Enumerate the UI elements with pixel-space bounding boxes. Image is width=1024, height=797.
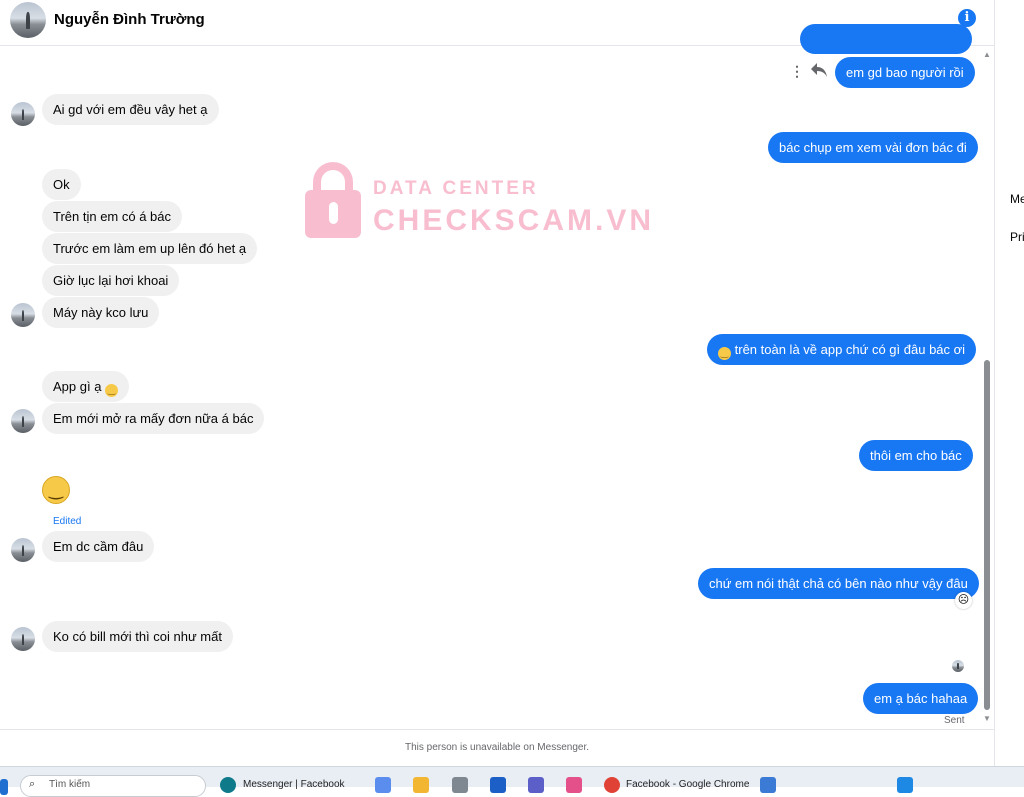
message-incoming[interactable]: Em dc cầm đâu [42,531,155,562]
message-incoming[interactable]: Ok [42,169,81,200]
lock-body [305,190,361,238]
contact-avatar-small [11,409,35,433]
app-icon[interactable] [452,777,468,793]
message-incoming[interactable]: Máy này kco lưu [42,297,160,328]
taskbar-app-label[interactable]: Facebook - Google Chrome [626,779,749,790]
message-incoming-with-emoji[interactable]: App gì ạ ‿ [42,371,130,402]
app-icon[interactable] [566,777,582,793]
message-incoming[interactable]: Trước em làm em up lên đó het ạ [42,233,258,264]
watermark-line1: DATA CENTER [373,178,539,199]
taskbar: ⌕ Tìm kiếm Messenger | Facebook Facebook… [0,766,1024,797]
sent-status: Sent [944,715,965,726]
message-outgoing[interactable]: bác chụp em xem vài đơn bác đi [768,132,978,163]
taskbar-app-label[interactable]: Messenger | Facebook [243,779,345,790]
teams-icon[interactable] [528,777,544,793]
right-panel: Me Pri [994,0,1024,766]
message-outgoing[interactable]: em gd bao người rồi [835,57,975,88]
contact-avatar-small [11,303,35,327]
message-outgoing[interactable]: em ạ bác hahaa [863,683,979,714]
smile-emoji-icon[interactable]: ‿ [42,476,70,504]
sad-reaction-icon[interactable]: ☹ [955,592,972,609]
message-bubble-partial[interactable] [800,24,972,54]
contact-name[interactable]: Nguyễn Đình Trường [54,11,205,28]
notepad-icon[interactable] [760,777,776,793]
message-outgoing-with-emoji[interactable]: ‿ trên toàn là về app chứ có gì đâu bác … [707,334,977,365]
copilot-icon[interactable] [375,777,391,793]
message-incoming[interactable]: Ko có bill mới thì coi như mất [42,621,233,652]
message-incoming[interactable]: Trên tịn em có á bác [42,201,183,232]
unavailable-notice: This person is unavailable on Messenger. [405,742,589,753]
outlook-icon[interactable] [490,777,506,793]
message-incoming[interactable]: Em mới mở ra mấy đơn nữa á bác [42,403,265,434]
message-text: trên toàn là về app chứ có gì đâu bác ơi [734,342,966,357]
composer-footer: This person is unavailable on Messenger. [0,729,994,766]
watermark: DATA CENTER CHECKSCAM.VN [305,162,651,242]
windows-start-icon[interactable] [0,779,8,795]
scrollbar-thumb[interactable] [984,360,990,710]
taskbar-search[interactable]: ⌕ Tìm kiếm [20,775,206,797]
message-outgoing[interactable]: thôi em cho bác [859,440,973,471]
contact-avatar-small [11,627,35,651]
contact-avatar-small [11,102,35,126]
message-incoming[interactable]: Giờ lục lại hơi khoai [42,265,180,296]
lock-icon [313,162,353,202]
message-outgoing[interactable]: chứ em nói thật chả có bên nào như vậy đ… [698,568,979,599]
more-options-icon[interactable]: ⋮ [790,63,804,80]
edge-icon[interactable] [220,777,236,793]
scroll-up-arrow-icon[interactable]: ▲ [983,50,991,59]
keyhole [329,202,338,224]
contact-avatar-small [11,538,35,562]
reply-icon[interactable] [810,62,830,80]
right-panel-item[interactable]: Pri [1010,230,1024,244]
message-incoming[interactable]: Ai gd với em đều vây het ạ [42,94,219,125]
right-panel-item[interactable]: Me [1010,192,1024,206]
search-placeholder: Tìm kiếm [49,779,91,790]
scroll-down-arrow-icon[interactable]: ▼ [983,714,991,723]
search-icon: ⌕ [29,778,36,790]
chrome-icon[interactable] [604,777,620,793]
message-text: App gì ạ [53,379,102,394]
folder-icon[interactable] [413,777,429,793]
vscode-icon[interactable] [897,777,913,793]
smile-emoji-icon: ‿ [105,384,119,397]
emoji-icon: ‿ [718,347,731,360]
edited-label: Edited [53,516,82,527]
watermark-line2: CHECKSCAM.VN [373,204,655,237]
seen-avatar [952,660,964,672]
contact-avatar[interactable] [10,2,46,38]
